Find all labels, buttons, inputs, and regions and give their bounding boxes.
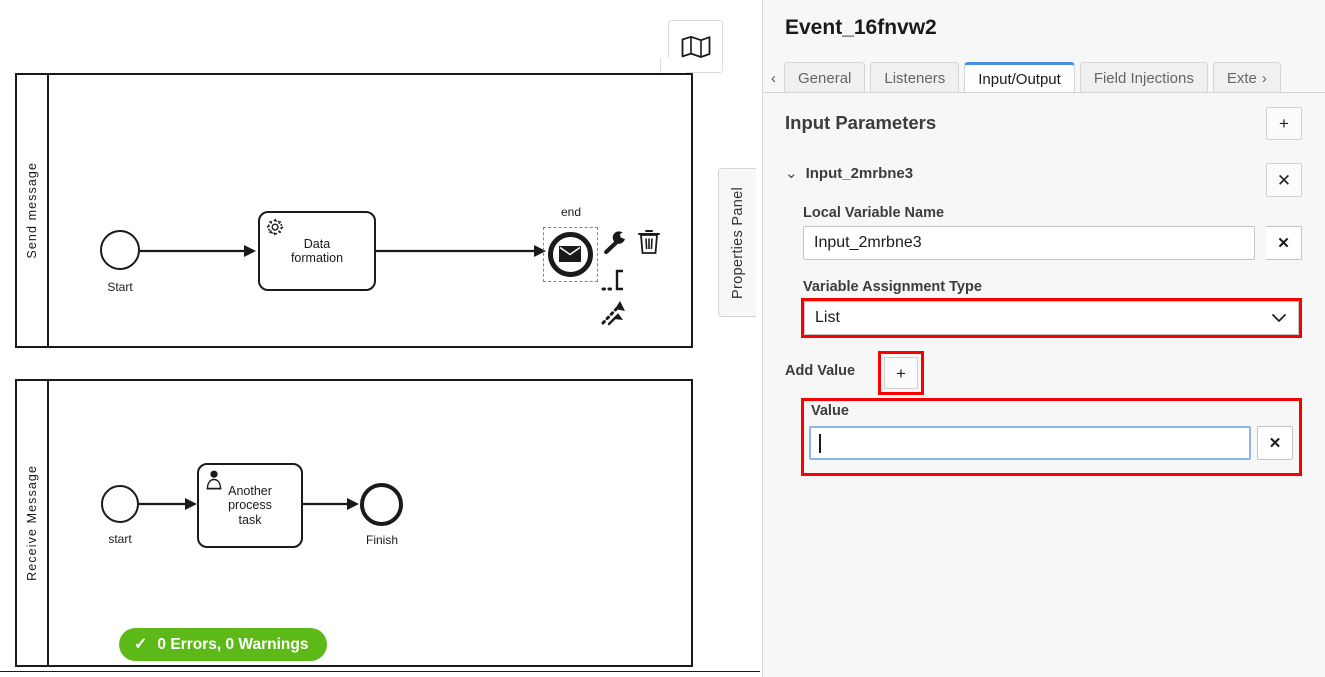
local-variable-name-clear-button[interactable]: ✕	[1266, 226, 1302, 260]
message-end-event-label: end	[560, 205, 582, 219]
pool-label-send-message: Send message	[25, 162, 39, 259]
message-end-event[interactable]	[548, 232, 593, 277]
sequence-flow-start-to-usertask[interactable]	[139, 496, 199, 512]
input-parameter-header-row[interactable]: ⌄ Input_2mrbne3	[785, 165, 913, 182]
close-icon: ✕	[1277, 235, 1290, 252]
connect-arrow-icon[interactable]	[600, 298, 630, 333]
end-event-finish-label: Finish	[365, 533, 398, 547]
sequence-flow-start-to-task[interactable]	[140, 243, 258, 259]
envelope-icon	[559, 246, 581, 262]
tab-input-output-label: Input/Output	[978, 70, 1061, 88]
add-value-label: Add Value	[785, 363, 856, 379]
trash-icon[interactable]	[636, 228, 662, 261]
sequence-flow-task-to-end[interactable]	[376, 243, 548, 259]
properties-panel-tab-label: Properties Panel	[729, 186, 746, 299]
pool-label-receive-message: Receive Message	[25, 465, 39, 581]
plus-icon: +	[896, 363, 906, 383]
close-icon: ✕	[1268, 435, 1282, 452]
chevron-left-icon[interactable]: ‹	[769, 71, 779, 93]
tab-general[interactable]: General	[784, 62, 866, 93]
bpmn-canvas[interactable]: Properties Panel Send message Start Data…	[0, 0, 760, 672]
plus-icon: +	[1279, 114, 1289, 133]
chevron-right-icon[interactable]: ›	[1262, 70, 1267, 87]
variable-assignment-type-label: Variable Assignment Type	[803, 279, 982, 295]
service-task-data-formation[interactable]: Data formation	[258, 211, 376, 291]
remove-input-parameter-button[interactable]: ✕	[1266, 163, 1302, 197]
add-input-parameter-button[interactable]: +	[1266, 107, 1302, 140]
chevron-down-icon	[1272, 311, 1286, 326]
text-annotation-icon[interactable]	[601, 265, 631, 300]
user-icon	[204, 469, 224, 496]
user-task-another-process-task-label: Another process task	[228, 483, 272, 527]
status-badge[interactable]: ✓ 0 Errors, 0 Warnings	[119, 628, 328, 661]
tab-field-injections-label: Field Injections	[1093, 69, 1194, 87]
start-event-receive-label: start	[108, 532, 132, 546]
user-task-another-process-task[interactable]: Another process task	[197, 463, 303, 548]
check-icon: ✓	[134, 635, 148, 653]
value-input[interactable]	[809, 426, 1251, 460]
value-clear-button[interactable]: ✕	[1257, 426, 1293, 460]
properties-tab-bar[interactable]: ‹ General Listeners Input/Output Field I…	[763, 61, 1325, 93]
input-parameter-name: Input_2mrbne3	[805, 165, 914, 182]
variable-assignment-type-select[interactable]: List	[804, 301, 1299, 335]
pool-header-send-message: Send message	[17, 75, 49, 346]
close-icon: ✕	[1276, 170, 1292, 190]
wrench-icon[interactable]	[601, 228, 629, 261]
map-icon	[681, 35, 711, 59]
local-variable-name-label: Local Variable Name	[803, 205, 945, 221]
properties-panel: Event_16fnvw2 ‹ General Listeners Input/…	[762, 0, 1325, 677]
canvas-bottom-divider	[0, 671, 760, 672]
text-cursor	[819, 433, 821, 453]
tab-extensions-label: Exte	[1226, 69, 1257, 87]
variable-assignment-type-value: List	[815, 309, 840, 326]
page-title: Event_16fnvw2	[785, 16, 937, 39]
gear-icon	[265, 217, 287, 244]
end-event-finish[interactable]	[360, 483, 403, 526]
service-task-data-formation-label: Data formation	[290, 236, 344, 265]
section-heading-input-parameters: Input Parameters	[785, 112, 937, 133]
status-badge-text: 0 Errors, 0 Warnings	[157, 635, 309, 653]
tab-listeners[interactable]: Listeners	[870, 62, 960, 93]
start-event-receive[interactable]	[101, 485, 139, 523]
local-variable-name-input[interactable]: Input_2mrbne3	[803, 226, 1255, 260]
tab-input-output[interactable]: Input/Output	[964, 62, 1075, 93]
input-output-tab-content: Input Parameters + ⌄ Input_2mrbne3 ✕ Loc…	[763, 93, 1325, 677]
tab-general-label: General	[798, 69, 852, 87]
chevron-down-icon[interactable]: ⌄	[785, 166, 798, 181]
value-label: Value	[811, 403, 849, 419]
tab-field-injections[interactable]: Field Injections	[1079, 62, 1208, 93]
properties-panel-toggle-tab[interactable]: Properties Panel	[718, 168, 756, 317]
start-event-send-label: Start	[107, 280, 133, 294]
start-event-send[interactable]	[100, 230, 140, 270]
add-value-button[interactable]: +	[884, 357, 918, 389]
bpmn-modeler-window: Properties Panel Send message Start Data…	[0, 0, 1325, 677]
pool-receive-message[interactable]: Receive Message	[15, 379, 693, 667]
pool-header-receive-message: Receive Message	[17, 381, 49, 665]
sequence-flow-usertask-to-finish[interactable]	[303, 496, 361, 512]
tab-extensions[interactable]: Exte ›	[1212, 62, 1281, 93]
tab-listeners-label: Listeners	[884, 69, 946, 87]
